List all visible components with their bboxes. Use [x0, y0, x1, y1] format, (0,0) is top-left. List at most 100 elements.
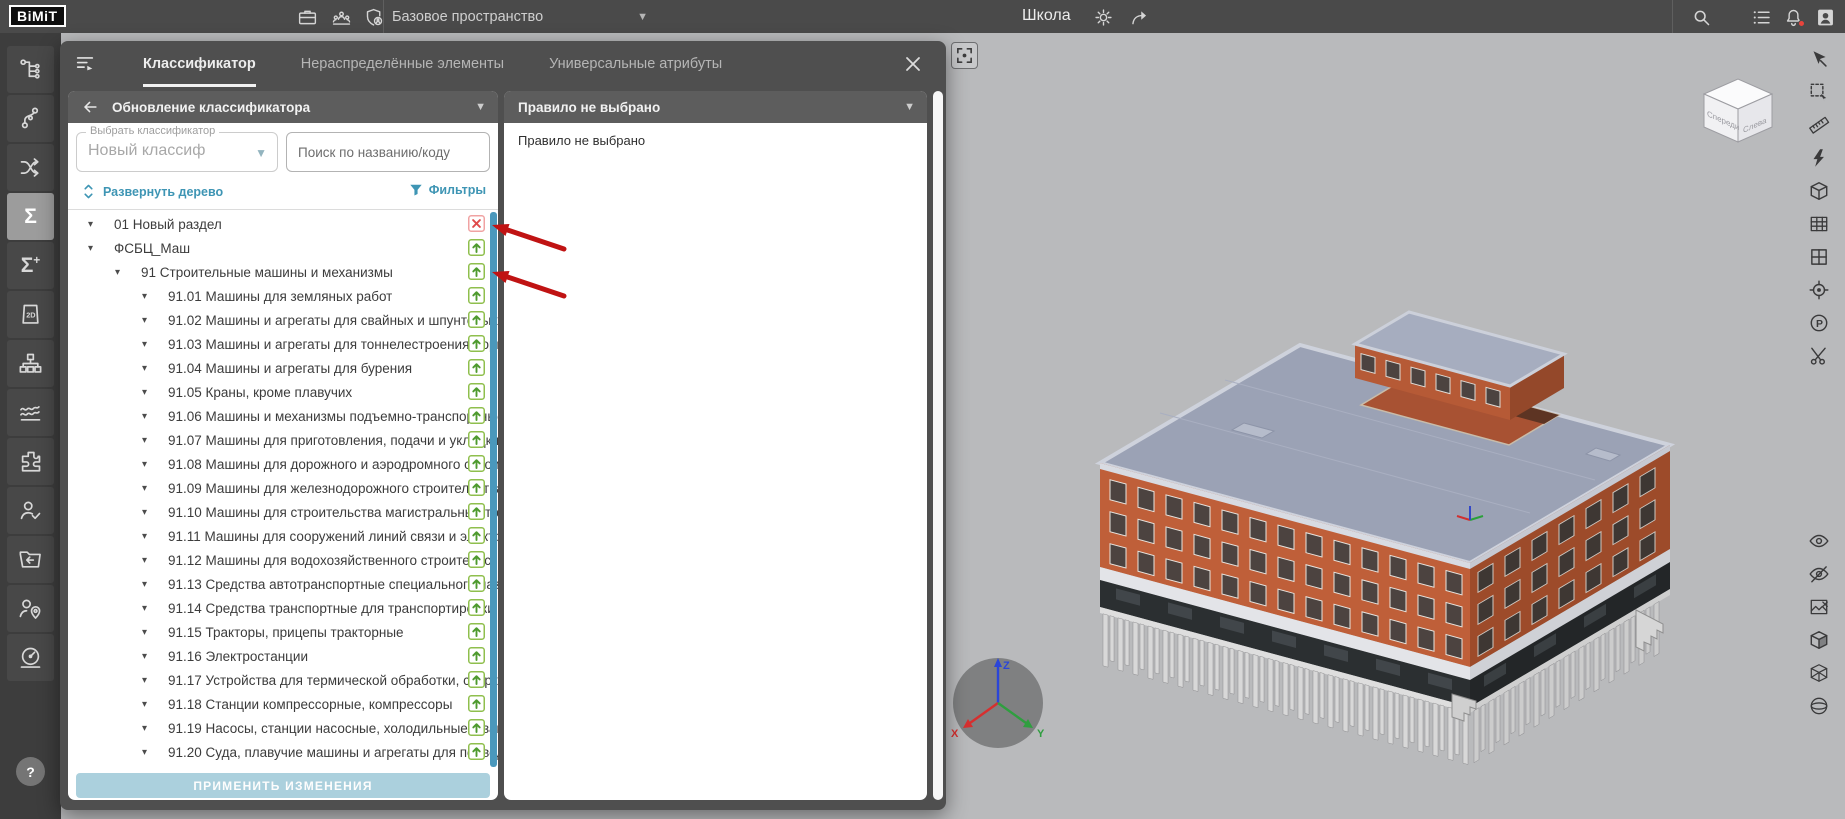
- tree-caret-icon[interactable]: ▾: [142, 579, 154, 590]
- sidebar-item-hierarchy[interactable]: [7, 340, 54, 387]
- move-up-node-icon[interactable]: [468, 239, 485, 256]
- move-up-node-icon[interactable]: [468, 647, 485, 664]
- tree-row[interactable]: ▾ 91.11 Машины для сооружений линий связ…: [68, 524, 498, 548]
- app-logo[interactable]: BiMiT: [9, 5, 66, 27]
- sidebar-item-plugins[interactable]: [7, 438, 54, 485]
- tree-caret-icon[interactable]: ▾: [142, 555, 154, 566]
- cut-tool-icon[interactable]: [1804, 341, 1834, 371]
- tree-caret-icon[interactable]: ▾: [142, 699, 154, 710]
- tree-caret-icon[interactable]: ▾: [142, 435, 154, 446]
- tree-caret-icon[interactable]: ▾: [88, 243, 100, 254]
- move-up-node-icon[interactable]: [468, 575, 485, 592]
- sidebar-item-model-tree[interactable]: [7, 46, 54, 93]
- tree-row[interactable]: ▾ 91.17 Устройства для термической обраб…: [68, 668, 498, 692]
- move-up-node-icon[interactable]: [468, 695, 485, 712]
- measure-tool-icon[interactable]: [1804, 110, 1834, 140]
- tree-row[interactable]: ▾ 91.06 Машины и механизмы подъемно-тран…: [68, 404, 498, 428]
- notifications-icon[interactable]: [1780, 4, 1806, 30]
- apply-changes-button[interactable]: ПРИМЕНИТЬ ИЗМЕНЕНИЯ: [76, 773, 490, 798]
- tree-row[interactable]: ▾ 91.08 Машины для дорожного и аэродромн…: [68, 452, 498, 476]
- sidebar-item-clash-detection[interactable]: [7, 144, 54, 191]
- tree-row[interactable]: ▾ 91.03 Машины и агрегаты для тоннелестр…: [68, 332, 498, 356]
- panel-scrollbar[interactable]: [933, 91, 943, 800]
- sidebar-item-classifier-add[interactable]: Σ+: [7, 242, 54, 289]
- tree-row[interactable]: ▾ 91.15 Тракторы, прицепы тракторные: [68, 620, 498, 644]
- tree-caret-icon[interactable]: ▾: [142, 531, 154, 542]
- visibility-tool-icon[interactable]: [1804, 526, 1834, 556]
- view-cube[interactable]: Спереди Слева: [1692, 70, 1784, 148]
- tree-row[interactable]: ▾ 91.04 Машины и агрегаты для бурения: [68, 356, 498, 380]
- tree-caret-icon[interactable]: ▾: [142, 651, 154, 662]
- tree-caret-icon[interactable]: ▾: [115, 267, 127, 278]
- tree-caret-icon[interactable]: ▾: [142, 339, 154, 350]
- select-tool-icon[interactable]: [1804, 44, 1834, 74]
- expand-tree-button[interactable]: Развернуть дерево: [82, 183, 223, 200]
- tab-нераспределённые[interactable]: Нераспределённые элементы: [301, 41, 504, 87]
- move-up-node-icon[interactable]: [468, 359, 485, 376]
- move-up-node-icon[interactable]: [468, 719, 485, 736]
- box-select-tool-icon[interactable]: [1804, 77, 1834, 107]
- locate-tool-icon[interactable]: [1804, 275, 1834, 305]
- shaded-cube-tool-icon[interactable]: [1804, 625, 1834, 655]
- tree-row[interactable]: ▾ 91.09 Машины для железнодорожного стро…: [68, 476, 498, 500]
- move-up-node-icon[interactable]: [468, 407, 485, 424]
- sidebar-item-user-location[interactable]: [7, 585, 54, 632]
- tree-row[interactable]: ▾ 91.05 Краны, кроме плавучих: [68, 380, 498, 404]
- sidebar-item-dashboard[interactable]: [7, 634, 54, 681]
- tree-row[interactable]: ▾ 91.20 Суда, плавучие машины и агрегаты…: [68, 740, 498, 764]
- split-view-tool-icon[interactable]: [1804, 242, 1834, 272]
- move-up-node-icon[interactable]: [468, 479, 485, 496]
- section-tool-icon[interactable]: [1804, 143, 1834, 173]
- search-input[interactable]: [286, 132, 490, 172]
- move-up-node-icon[interactable]: [468, 743, 485, 760]
- tree-row[interactable]: ▾ 91.12 Машины для водохозяйственного ст…: [68, 548, 498, 572]
- tree-scrollbar[interactable]: [490, 212, 497, 767]
- chevron-down-icon[interactable]: ▼: [904, 101, 915, 113]
- tree-row[interactable]: ▾ 91.07 Машины для приготовления, подачи…: [68, 428, 498, 452]
- tree-row[interactable]: ▾ 91.13 Средства автотранспортные специа…: [68, 572, 498, 596]
- image-off-tool-icon[interactable]: [1804, 592, 1834, 622]
- move-up-node-icon[interactable]: [468, 623, 485, 640]
- filters-button[interactable]: Фильтры: [409, 183, 486, 197]
- move-up-node-icon[interactable]: [468, 599, 485, 616]
- close-icon[interactable]: [902, 53, 924, 75]
- remove-node-icon[interactable]: [468, 215, 485, 232]
- tree-row[interactable]: ▾ ФСБЦ_Маш: [68, 236, 498, 260]
- tree-caret-icon[interactable]: ▾: [142, 411, 154, 422]
- sidebar-item-relations[interactable]: [7, 95, 54, 142]
- visibility-off-tool-icon[interactable]: [1804, 559, 1834, 589]
- tree-caret-icon[interactable]: ▾: [142, 627, 154, 638]
- tree-caret-icon[interactable]: ▾: [142, 459, 154, 470]
- tree-caret-icon[interactable]: ▾: [88, 219, 100, 230]
- back-icon[interactable]: [80, 97, 100, 117]
- move-up-node-icon[interactable]: [468, 551, 485, 568]
- move-up-node-icon[interactable]: [468, 503, 485, 520]
- tree-caret-icon[interactable]: ▾: [142, 315, 154, 326]
- tree-caret-icon[interactable]: ▾: [142, 723, 154, 734]
- grid-tool-icon[interactable]: [1804, 209, 1834, 239]
- workspace-select[interactable]: Базовое пространство ▼: [392, 0, 648, 33]
- tree-caret-icon[interactable]: ▾: [142, 483, 154, 494]
- teams-icon[interactable]: [328, 4, 354, 30]
- collapse-panel-icon[interactable]: [74, 52, 98, 76]
- move-up-node-icon[interactable]: [468, 287, 485, 304]
- focus-model-button[interactable]: [951, 42, 978, 69]
- tree-row[interactable]: ▾ 01 Новый раздел: [68, 212, 498, 236]
- menu-list-icon[interactable]: [1748, 4, 1774, 30]
- tree-row[interactable]: ▾ 91.19 Насосы, станции насосные, холоди…: [68, 716, 498, 740]
- classifier-select[interactable]: Выбрать классификатор Новый классиф ▼: [76, 125, 278, 172]
- share-icon[interactable]: [1126, 4, 1152, 30]
- tab-универсальные[interactable]: Универсальные атрибуты: [549, 41, 722, 87]
- projects-icon[interactable]: [294, 4, 320, 30]
- tree-caret-icon[interactable]: ▾: [142, 363, 154, 374]
- move-up-node-icon[interactable]: [468, 671, 485, 688]
- help-button[interactable]: ?: [16, 757, 45, 786]
- move-up-node-icon[interactable]: [468, 335, 485, 352]
- plan-view-tool-icon[interactable]: P: [1804, 308, 1834, 338]
- building-model[interactable]: [1000, 258, 1700, 818]
- sidebar-item-import-export[interactable]: [7, 536, 54, 583]
- tree-row[interactable]: ▾ 91 Строительные машины и механизмы: [68, 260, 498, 284]
- move-up-node-icon[interactable]: [468, 263, 485, 280]
- sphere-view-tool-icon[interactable]: [1804, 691, 1834, 721]
- clip-box-tool-icon[interactable]: [1804, 176, 1834, 206]
